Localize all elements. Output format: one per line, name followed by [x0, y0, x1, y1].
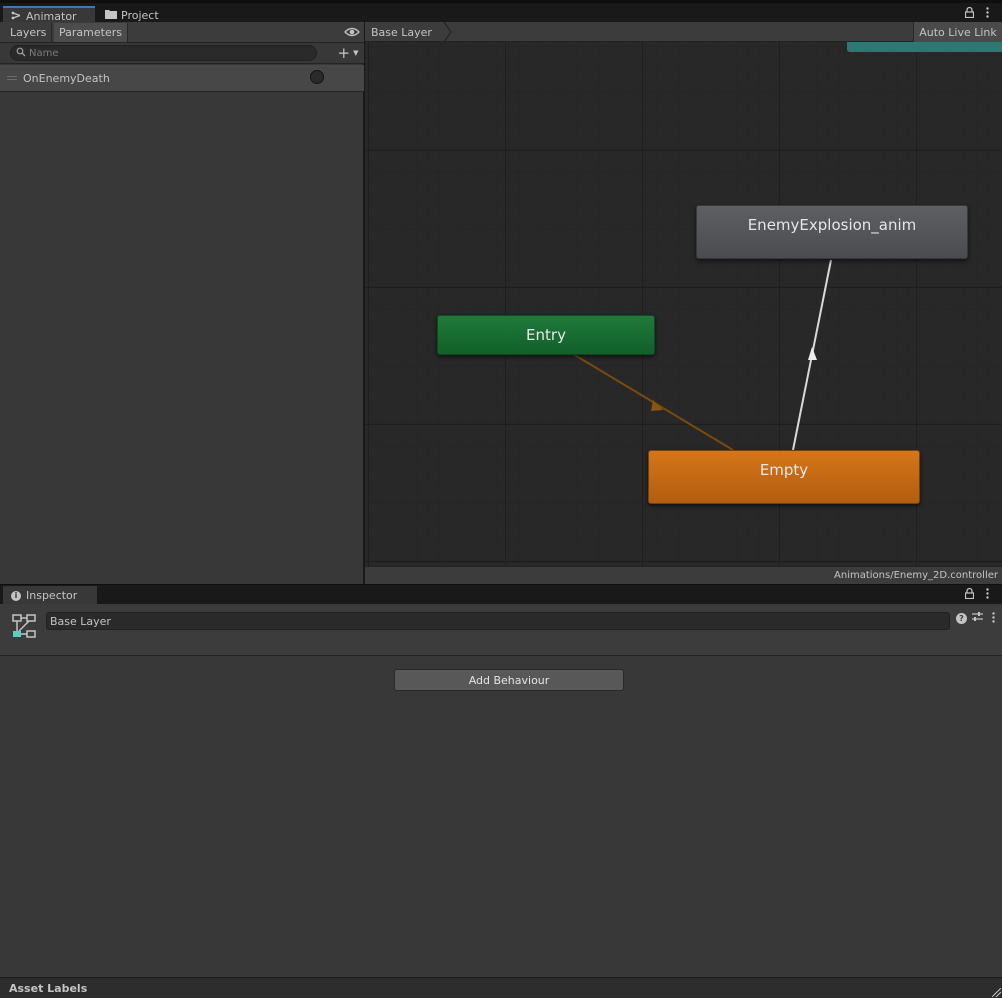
eye-icon[interactable]	[344, 26, 360, 38]
menu-icon[interactable]	[992, 612, 995, 626]
inspector-panel: ? Add Behaviour	[0, 604, 1002, 977]
chevron-down-icon: ▼	[353, 49, 359, 57]
search-icon	[16, 47, 26, 60]
auto-live-link-button[interactable]: Auto Live Link	[913, 22, 1002, 42]
trigger-toggle[interactable]	[310, 70, 324, 84]
preset-icon[interactable]	[972, 611, 983, 625]
any-state-node[interactable]	[847, 42, 1002, 52]
inspector-header: ?	[0, 604, 1002, 656]
add-behaviour-button[interactable]: Add Behaviour	[394, 669, 624, 691]
tab-inspector[interactable]: i Inspector	[3, 586, 97, 605]
resize-handle-icon[interactable]	[992, 988, 1001, 997]
asset-labels-title: Asset Labels	[9, 982, 88, 995]
help-icon[interactable]: ?	[956, 613, 967, 624]
layer-name-field[interactable]	[46, 612, 950, 630]
inspector-tab-bar: i Inspector	[0, 584, 1002, 605]
parameter-name[interactable]: OnEnemyDeath	[23, 72, 110, 85]
folder-icon	[105, 9, 117, 22]
graph-breadcrumb-bar: Base Layer Auto Live Link	[365, 22, 1002, 42]
animator-icon	[11, 11, 22, 23]
controller-path: Animations/Enemy_2D.controller	[834, 570, 998, 581]
drag-handle-icon[interactable]	[7, 76, 17, 80]
lock-icon[interactable]	[964, 587, 975, 602]
entry-node[interactable]: Entry	[437, 315, 655, 355]
explosion-state-node[interactable]: EnemyExplosion_anim	[696, 205, 968, 259]
breadcrumb-base-layer[interactable]: Base Layer	[365, 22, 444, 42]
layer-icon	[12, 614, 36, 638]
lock-icon[interactable]	[964, 6, 975, 21]
tab-inspector-label: Inspector	[26, 589, 78, 602]
tab-parameters[interactable]: Parameters	[54, 23, 128, 42]
menu-icon[interactable]	[986, 588, 989, 602]
menu-icon[interactable]	[986, 7, 989, 21]
info-icon: i	[11, 590, 21, 601]
parameter-row[interactable]: OnEnemyDeath	[0, 65, 364, 92]
breadcrumb-chevron-icon	[443, 22, 452, 42]
parameter-search[interactable]	[10, 45, 317, 61]
tab-layers[interactable]: Layers	[5, 23, 53, 42]
search-input[interactable]	[29, 46, 309, 60]
add-parameter-button[interactable]: + ▼	[334, 44, 362, 62]
empty-state-node[interactable]: Empty	[648, 450, 920, 504]
side-panel-tabs: Layers Parameters	[0, 22, 364, 43]
window-tab-bar: Animator Project	[0, 0, 1002, 25]
animator-side-panel: Layers Parameters + ▼ OnEnemyDeath	[0, 22, 364, 584]
add-icon: +	[337, 44, 351, 62]
controller-path-bar: Animations/Enemy_2D.controller	[365, 566, 1002, 584]
parameter-search-row: + ▼	[0, 43, 364, 64]
tab-project-label: Project	[121, 9, 159, 22]
asset-labels-bar[interactable]: Asset Labels	[0, 977, 1002, 998]
